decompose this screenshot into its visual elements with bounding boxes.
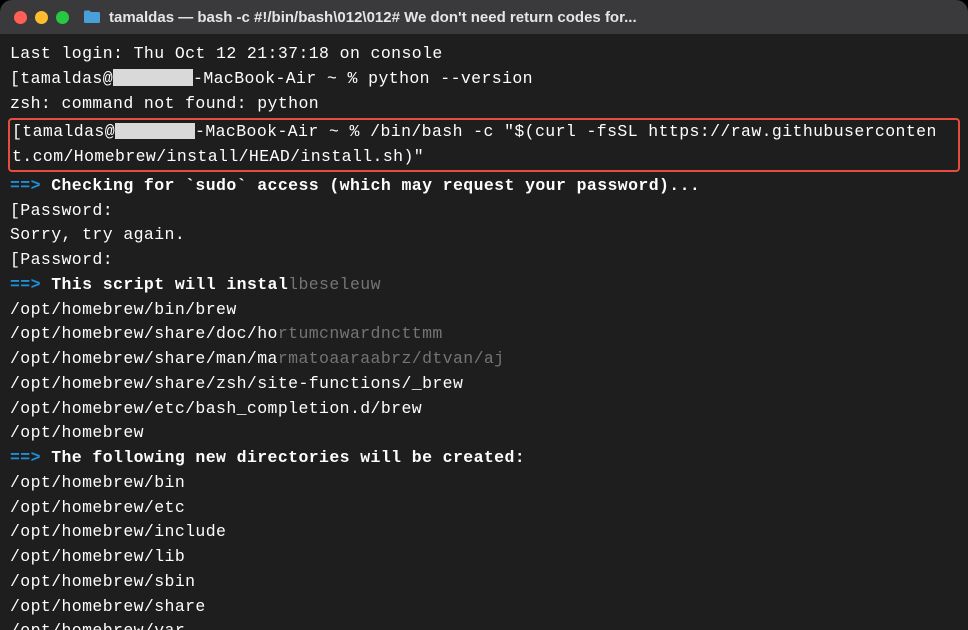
title-bar: tamaldas — bash -c #!/bin/bash\012\012# … [0, 0, 968, 34]
terminal-line: /opt/homebrew/share/man/marmatoaaraabrz/… [10, 347, 958, 372]
redacted-hostname [113, 69, 193, 86]
terminal-line: /opt/homebrew/share [10, 595, 958, 620]
minimize-button[interactable] [35, 11, 48, 24]
terminal-line: [Password: [10, 199, 958, 224]
terminal-line: /opt/homebrew/var [10, 619, 958, 630]
garbled-text: rtumcnwardncttmm [278, 324, 443, 343]
terminal-line: ==> Checking for `sudo` access (which ma… [10, 174, 958, 199]
garbled-text: lbeseleuw [288, 275, 381, 294]
terminal-line: /opt/homebrew/include [10, 520, 958, 545]
arrow-indicator: ==> [10, 176, 41, 195]
folder-icon [83, 10, 101, 24]
terminal-content[interactable]: Last login: Thu Oct 12 21:37:18 on conso… [0, 34, 968, 630]
arrow-indicator: ==> [10, 448, 41, 467]
terminal-line: [tamaldas@ -MacBook-Air ~ % /bin/bash -c… [12, 120, 956, 170]
terminal-line: /opt/homebrew/etc/bash_completion.d/brew [10, 397, 958, 422]
terminal-line: /opt/homebrew/lib [10, 545, 958, 570]
arrow-indicator: ==> [10, 275, 41, 294]
terminal-line: /opt/homebrew/etc [10, 496, 958, 521]
terminal-line: /opt/homebrew/bin/brew [10, 298, 958, 323]
redacted-hostname [115, 123, 195, 140]
maximize-button[interactable] [56, 11, 69, 24]
traffic-lights [14, 11, 69, 24]
terminal-line: /opt/homebrew [10, 421, 958, 446]
highlighted-command: [tamaldas@ -MacBook-Air ~ % /bin/bash -c… [8, 118, 960, 172]
terminal-line: Sorry, try again. [10, 223, 958, 248]
terminal-line: ==> The following new directories will b… [10, 446, 958, 471]
terminal-line: [tamaldas@ -MacBook-Air ~ % python --ver… [10, 67, 958, 92]
terminal-line: /opt/homebrew/bin [10, 471, 958, 496]
terminal-line: ==> This script will installbeseleuw [10, 273, 958, 298]
terminal-line: /opt/homebrew/share/zsh/site-functions/_… [10, 372, 958, 397]
terminal-line: Last login: Thu Oct 12 21:37:18 on conso… [10, 42, 958, 67]
terminal-line: /opt/homebrew/sbin [10, 570, 958, 595]
garbled-text: rmatoaaraabrz/dtvan/aj [278, 349, 505, 368]
terminal-line: zsh: command not found: python [10, 92, 958, 117]
window-title: tamaldas — bash -c #!/bin/bash\012\012# … [109, 9, 637, 26]
terminal-line: [Password: [10, 248, 958, 273]
close-button[interactable] [14, 11, 27, 24]
terminal-line: /opt/homebrew/share/doc/hortumcnwardnctt… [10, 322, 958, 347]
